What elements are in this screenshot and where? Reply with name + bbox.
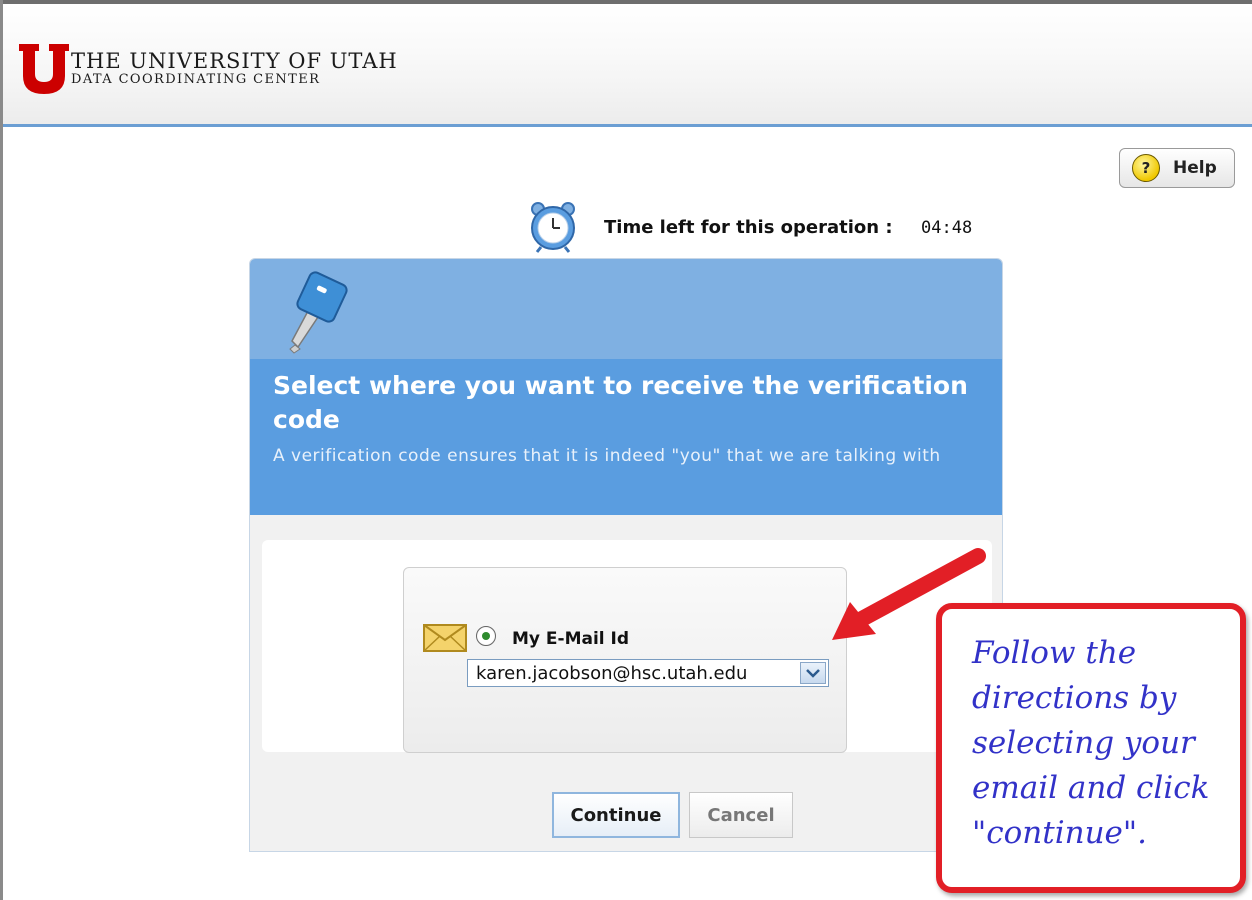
window-left-border [0,0,3,900]
help-button[interactable]: ? Help [1119,148,1235,188]
cancel-button[interactable]: Cancel [689,792,793,838]
logo-line-center: DATA COORDINATING CENTER [71,72,321,87]
radio-selected-dot [482,632,490,640]
university-u-logo-icon [19,44,69,94]
email-option-label: My E-Mail Id [512,629,630,649]
timer-value: 04:48 [921,218,973,238]
email-option-radio[interactable] [476,626,496,646]
chevron-down-icon[interactable] [800,662,826,684]
alarm-clock-icon [531,202,575,253]
key-icon [289,271,348,354]
site-header: THE UNIVERSITY OF UTAH DATA COORDINATING… [3,4,1252,127]
site-logo-text: THE UNIVERSITY OF UTAH DATA COORDINATING… [71,50,398,88]
envelope-icon [423,624,467,652]
logo-line-university: THE UNIVERSITY OF UTAH [71,49,398,73]
annotation-callout: Follow the directions by selecting your … [936,603,1246,893]
email-select-value: karen.jacobson@hsc.utah.edu [476,662,748,684]
timer-label: Time left for this operation : [604,217,893,238]
dialog-icon-band [250,259,1002,359]
dialog-subtitle: A verification code ensures that it is i… [273,446,941,466]
continue-button[interactable]: Continue [552,792,680,838]
question-icon: ? [1132,154,1160,182]
dialog-title: Select where you want to receive the ver… [273,371,968,434]
email-select[interactable]: karen.jacobson@hsc.utah.edu [467,659,829,687]
email-option-panel: My E-Mail Id karen.jacobson@hsc.utah.edu [403,567,847,753]
annotation-text: Follow the directions by selecting your … [972,635,1210,851]
help-label: Help [1173,158,1217,178]
